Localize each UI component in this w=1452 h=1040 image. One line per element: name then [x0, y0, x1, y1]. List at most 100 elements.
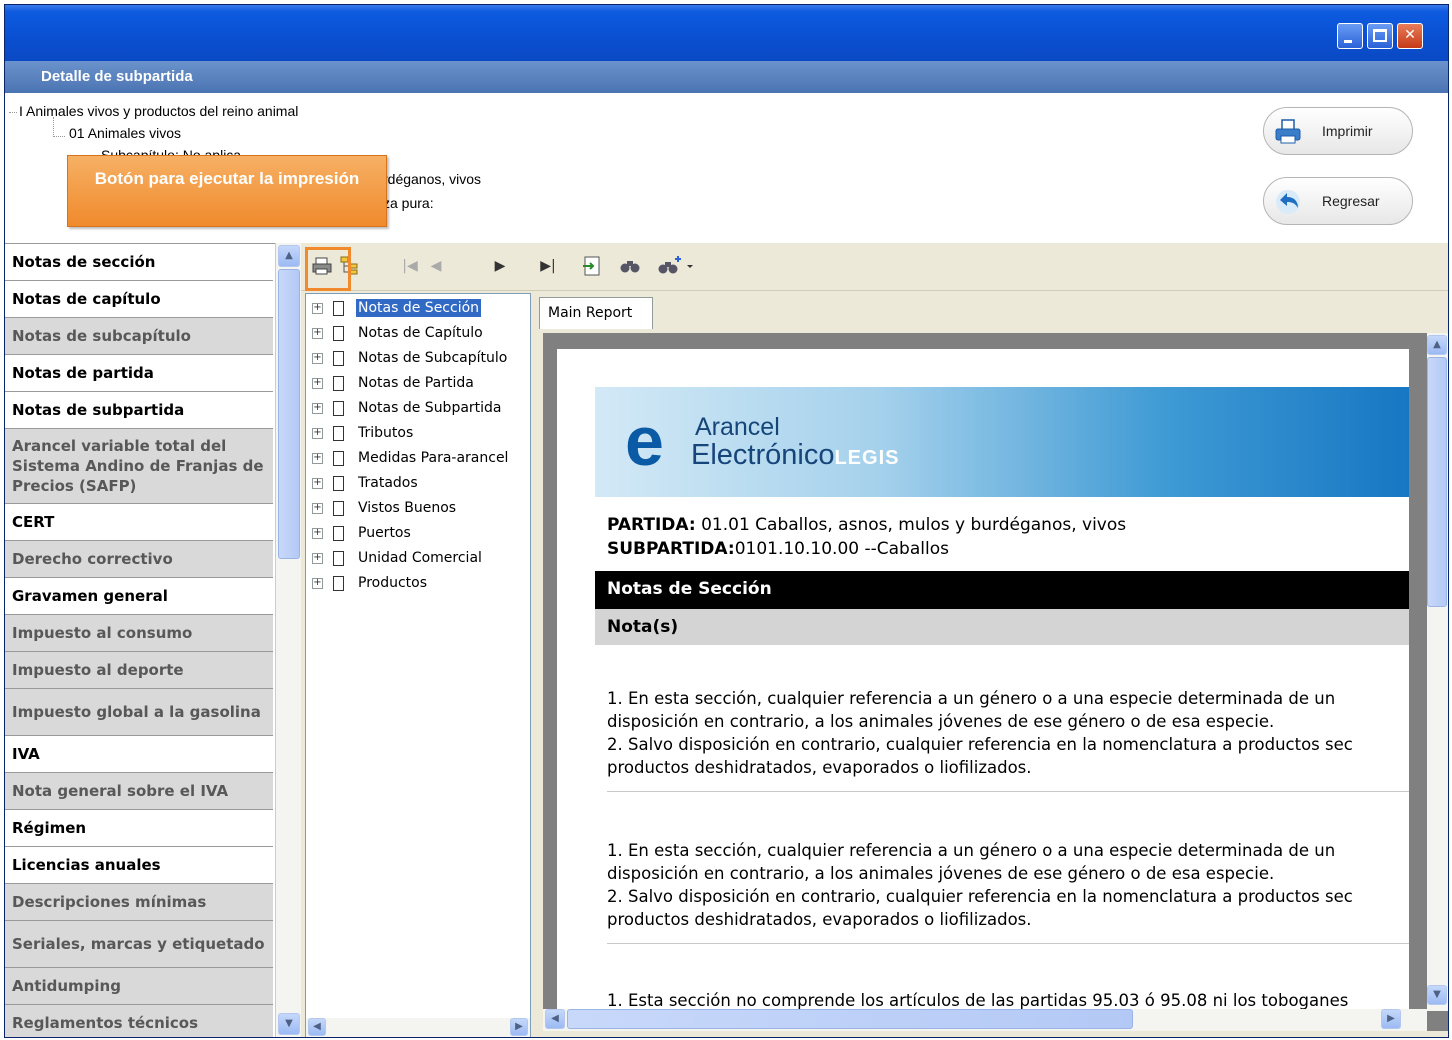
- sidebar-item[interactable]: Descripciones mínimas: [5, 884, 273, 921]
- report-page: e Arancel ElectrónicoLEGIS PARTIDA: 01.0…: [557, 349, 1409, 1011]
- header-tree-line: rdéganos, vivos: [383, 171, 482, 187]
- note-line: 2. Salvo disposición en contrario, cualq…: [607, 887, 1353, 906]
- group-tree-label: Notas de Subpartida: [358, 400, 502, 416]
- group-tree-item[interactable]: + Notas de Capítulo: [312, 321, 485, 345]
- maximize-icon[interactable]: [1367, 23, 1393, 49]
- previous-page-icon[interactable]: ◀: [425, 255, 447, 277]
- sidebar-item[interactable]: Notas de sección: [5, 244, 273, 281]
- sidebar-item[interactable]: Gravamen general: [5, 578, 273, 615]
- scroll-down-icon[interactable]: ▼: [278, 1013, 300, 1035]
- close-icon[interactable]: ✕: [1397, 23, 1423, 49]
- logo-text-line1: Arancel: [695, 413, 780, 441]
- sidebar-item[interactable]: Impuesto al deporte: [5, 652, 273, 689]
- sidebar-item[interactable]: Nota general sobre el IVA: [5, 773, 273, 810]
- group-tree-item[interactable]: + Notas de Partida: [312, 371, 476, 395]
- sidebar-item[interactable]: Impuesto global a la gasolina: [5, 689, 273, 736]
- search-icon[interactable]: [619, 255, 641, 277]
- note-line: 2. Salvo disposición en contrario, cualq…: [607, 735, 1353, 754]
- group-tree-item[interactable]: + Productos: [312, 571, 429, 595]
- export-icon[interactable]: [581, 255, 603, 277]
- scroll-down-icon[interactable]: ▼: [1427, 985, 1447, 1005]
- document-icon: [333, 525, 344, 541]
- expand-icon[interactable]: +: [312, 477, 323, 489]
- expand-icon[interactable]: +: [312, 327, 323, 339]
- last-page-icon[interactable]: ▶|: [537, 255, 559, 277]
- sidebar-item[interactable]: Impuesto al consumo: [5, 615, 273, 652]
- sidebar-item[interactable]: Régimen: [5, 810, 273, 847]
- group-tree-item[interactable]: + Tratados: [312, 471, 420, 495]
- group-tree-label: Notas de Capítulo: [358, 325, 483, 341]
- subpartida-line: SUBPARTIDA:0101.10.10.00 --Caballos: [607, 539, 949, 559]
- print-button[interactable]: Imprimir: [1263, 107, 1413, 155]
- sidebar-item[interactable]: Notas de partida: [5, 355, 273, 392]
- expand-icon[interactable]: +: [312, 427, 323, 439]
- left-nav-scrollbar[interactable]: ▲ ▼: [275, 243, 301, 1037]
- group-tree-item[interactable]: + Medidas Para-arancel: [312, 446, 510, 470]
- zoom-icon[interactable]: [657, 255, 697, 277]
- sidebar-item[interactable]: Notas de capítulo: [5, 281, 273, 318]
- sidebar-item[interactable]: Seriales, marcas y etiquetado: [5, 921, 273, 968]
- sidebar-item[interactable]: Notas de subpartida: [5, 392, 273, 429]
- sidebar-item[interactable]: Derecho correctivo: [5, 541, 273, 578]
- scroll-left-icon[interactable]: ◀: [308, 1018, 326, 1036]
- scroll-right-icon[interactable]: ▶: [510, 1018, 528, 1036]
- group-tree-hscroll[interactable]: ◀ ▶: [306, 1018, 530, 1037]
- subheader-title: Detalle de subpartida: [5, 61, 1448, 93]
- expand-icon[interactable]: +: [312, 452, 323, 464]
- report-viewer: e Arancel ElectrónicoLEGIS PARTIDA: 01.0…: [543, 333, 1448, 1031]
- scroll-thumb[interactable]: [1427, 357, 1447, 607]
- sidebar-item[interactable]: Licencias anuales: [5, 847, 273, 884]
- expand-icon[interactable]: +: [312, 302, 323, 314]
- expand-icon[interactable]: +: [312, 552, 323, 564]
- document-icon: [333, 350, 344, 366]
- group-tree-item[interactable]: + Vistos Buenos: [312, 496, 458, 520]
- scroll-right-icon[interactable]: ▶: [1381, 1009, 1401, 1029]
- group-tree-item[interactable]: + Notas de Subpartida: [312, 396, 504, 420]
- expand-icon[interactable]: +: [312, 377, 323, 389]
- report-tab-strip: Main Report: [531, 293, 1448, 333]
- partida-line: PARTIDA: 01.01 Caballos, asnos, mulos y …: [607, 515, 1126, 535]
- sidebar-item[interactable]: CERT: [5, 504, 273, 541]
- minimize-icon[interactable]: [1337, 23, 1363, 49]
- note-separator: [607, 791, 1409, 792]
- group-tree-item[interactable]: + Notas de Subcapítulo: [312, 346, 509, 370]
- logo-text-line2: ElectrónicoLEGIS: [691, 439, 899, 472]
- expand-icon[interactable]: +: [312, 577, 323, 589]
- back-button[interactable]: Regresar: [1263, 177, 1413, 225]
- sidebar-item[interactable]: Arancel variable total del Sistema Andin…: [5, 429, 273, 504]
- sidebar-item[interactable]: Reglamentos técnicos: [5, 1005, 273, 1037]
- sidebar-item[interactable]: IVA: [5, 736, 273, 773]
- sidebar-item[interactable]: Notas de subcapítulo: [5, 318, 273, 355]
- report-hscroll[interactable]: ◀ ▶: [543, 1009, 1427, 1031]
- scroll-up-icon[interactable]: ▲: [1427, 335, 1447, 355]
- expand-icon[interactable]: +: [312, 527, 323, 539]
- group-tree-item[interactable]: + Tributos: [312, 421, 415, 445]
- partida-label: PARTIDA:: [607, 515, 696, 535]
- left-navigation: Notas de sección Notas de capítulo Notas d…: [5, 243, 275, 1037]
- header-tree-line: 01 Animales vivos: [69, 125, 182, 141]
- first-page-icon[interactable]: |◀: [399, 255, 421, 277]
- group-tree-item[interactable]: + Puertos: [312, 521, 413, 545]
- group-tree-label: Tratados: [358, 475, 418, 491]
- expand-icon[interactable]: +: [312, 502, 323, 514]
- scroll-left-icon[interactable]: ◀: [545, 1009, 565, 1029]
- expand-icon[interactable]: +: [312, 352, 323, 364]
- group-tree-item[interactable]: + Unidad Comercial: [312, 546, 484, 570]
- expand-icon[interactable]: +: [312, 402, 323, 414]
- scroll-thumb[interactable]: [567, 1009, 1133, 1029]
- report-vscroll[interactable]: ▲ ▼: [1427, 333, 1448, 1011]
- sidebar-item[interactable]: Antidumping: [5, 968, 273, 1005]
- group-tree-label: Unidad Comercial: [358, 550, 482, 566]
- title-bar[interactable]: ✕: [5, 5, 1448, 61]
- note-line: productos deshidratados, evaporados o li…: [607, 758, 1032, 777]
- next-page-icon[interactable]: ▶: [489, 255, 511, 277]
- scroll-up-icon[interactable]: ▲: [278, 245, 300, 267]
- group-tree-label: Tributos: [358, 425, 414, 441]
- application-window: ✕ Detalle de subpartida I Animales vivos…: [4, 4, 1449, 1038]
- tab-main-report[interactable]: Main Report: [539, 297, 653, 329]
- document-icon: [333, 475, 344, 491]
- logo-text-electronico: Electrónico: [691, 439, 835, 471]
- group-tree-item[interactable]: + Notas de Sección: [312, 296, 482, 320]
- document-icon: [333, 300, 344, 316]
- scroll-thumb[interactable]: [278, 269, 300, 559]
